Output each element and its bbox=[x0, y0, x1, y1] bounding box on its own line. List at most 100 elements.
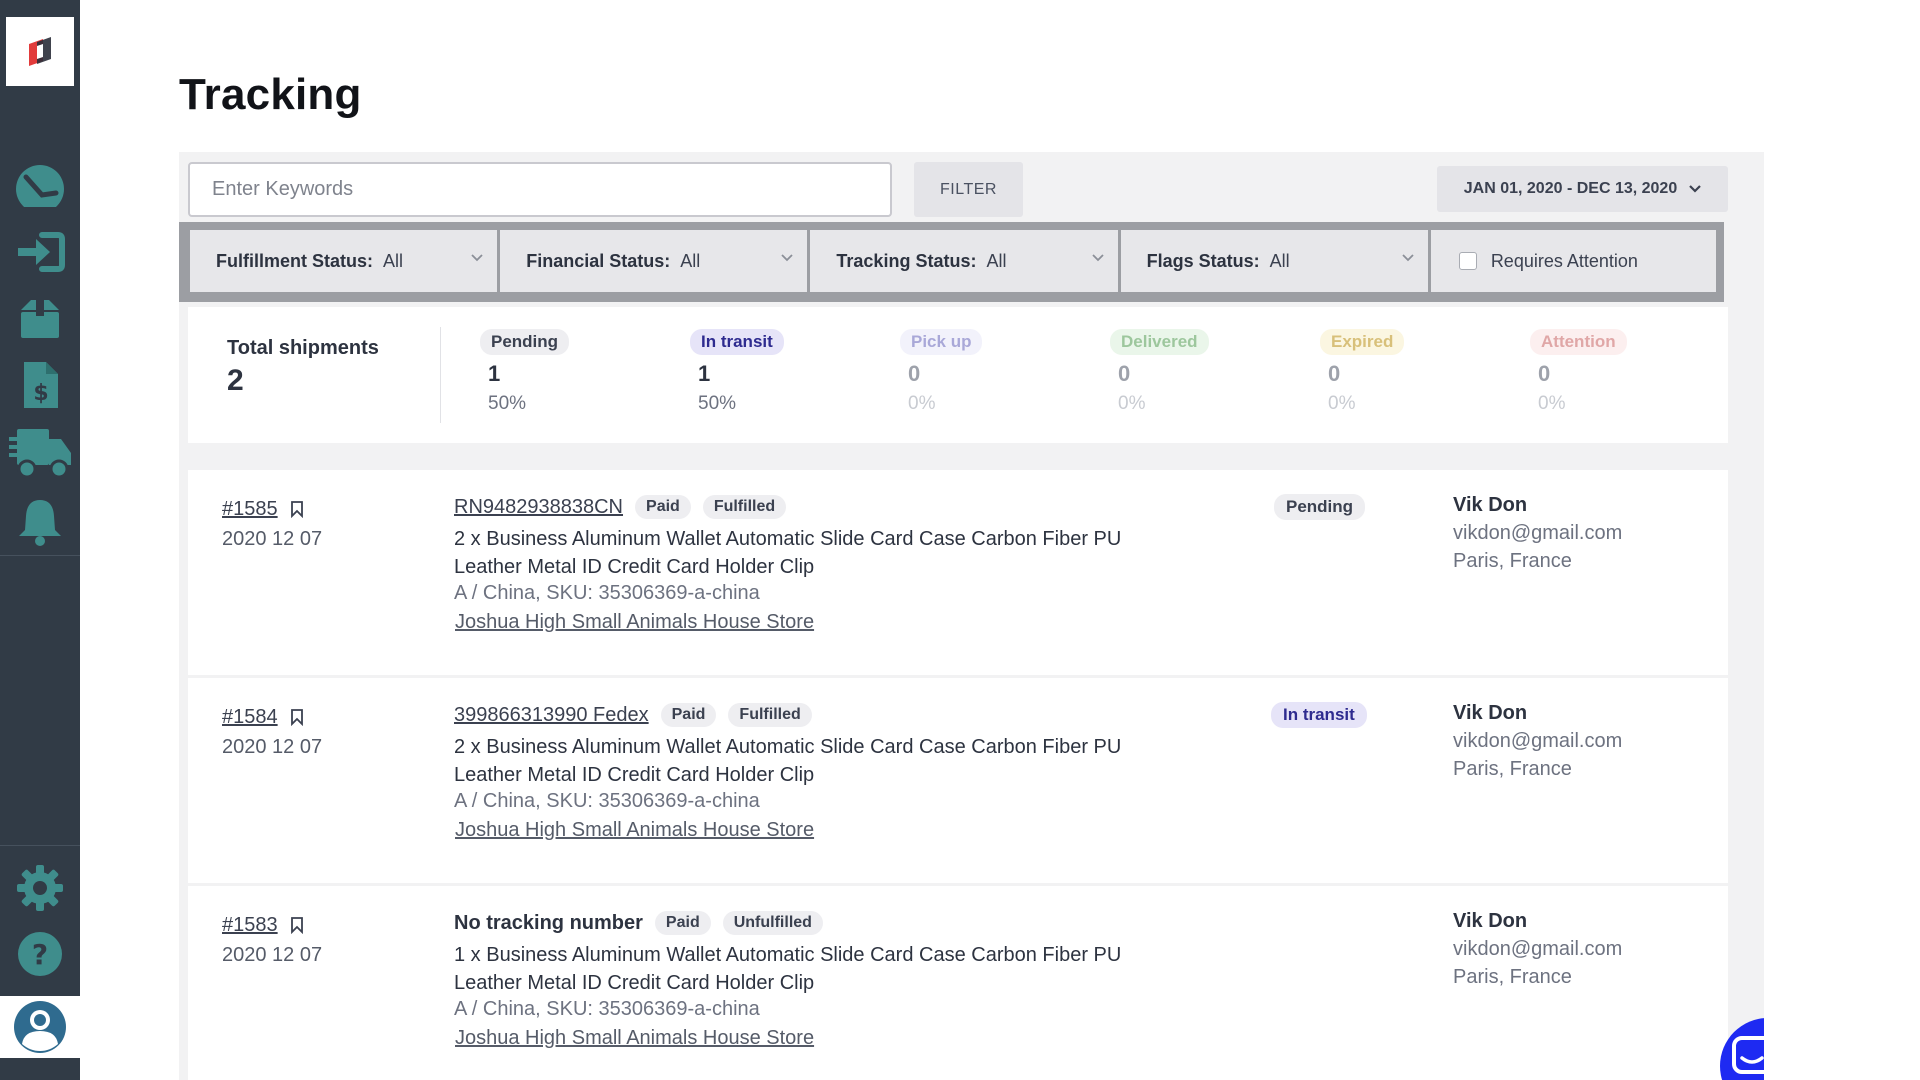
user-avatar-icon bbox=[14, 1001, 66, 1053]
order-id-link[interactable]: #1585 bbox=[222, 498, 278, 521]
product-variant: A / China, SKU: 35306369-a-china bbox=[454, 790, 760, 812]
gear-icon bbox=[17, 865, 63, 911]
sidebar-item-dashboard[interactable] bbox=[0, 155, 80, 215]
stat-badge: Attention bbox=[1530, 329, 1627, 355]
sidebar-item-orders[interactable] bbox=[0, 288, 80, 348]
package-icon bbox=[21, 300, 59, 338]
product-variant: A / China, SKU: 35306369-a-china bbox=[454, 582, 760, 604]
customer-email: vikdon@gmail.com bbox=[1453, 938, 1623, 960]
requires-attention-label: Requires Attention bbox=[1490, 250, 1638, 271]
tracking-status-select[interactable]: Tracking Status: All bbox=[810, 230, 1118, 292]
shipment-row[interactable]: #1583 2020 12 07 No tracking number Paid… bbox=[188, 886, 1728, 1080]
search-input[interactable] bbox=[188, 162, 892, 217]
chevron-down-icon bbox=[1689, 185, 1702, 193]
customer-location: Paris, France bbox=[1453, 966, 1572, 988]
sidebar-item-login[interactable] bbox=[0, 222, 80, 282]
stat-badge: Delivered bbox=[1110, 329, 1209, 355]
shipment-row[interactable]: #1585 2020 12 07 RN9482938838CN Paid Ful… bbox=[188, 470, 1728, 675]
store-link[interactable]: Joshua High Small Animals House Store bbox=[455, 1027, 814, 1050]
product-description: 2 x Business Aluminum Wallet Automatic S… bbox=[454, 528, 1122, 578]
stat-pick-up[interactable]: Pick up 0 0% bbox=[900, 329, 1080, 415]
order-date: 2020 12 07 bbox=[222, 736, 323, 758]
financial-status-badge: Paid bbox=[635, 495, 691, 519]
fulfillment-status-badge: Fulfilled bbox=[728, 703, 812, 727]
route-icon bbox=[16, 165, 64, 207]
date-range-label: JAN 01, 2020 - DEC 13, 2020 bbox=[1463, 180, 1678, 197]
stat-badge: Pick up bbox=[900, 329, 983, 355]
stat-count: 0 bbox=[1118, 361, 1131, 386]
svg-text:?: ? bbox=[32, 938, 48, 971]
sidebar-item-shipping[interactable] bbox=[0, 423, 80, 483]
financial-status-select[interactable]: Financial Status: All bbox=[500, 230, 808, 292]
summary-divider bbox=[440, 327, 441, 423]
stat-count: 1 bbox=[698, 361, 711, 386]
sidebar-item-help[interactable]: ? bbox=[0, 924, 80, 984]
filter-value: All bbox=[680, 250, 701, 271]
stat-pending[interactable]: Pending 1 50% bbox=[480, 329, 660, 415]
tracking-number-link[interactable]: RN9482938838CN bbox=[454, 496, 623, 519]
customer-location: Paris, France bbox=[1453, 758, 1572, 780]
sidebar-item-invoices[interactable]: $ bbox=[0, 355, 80, 415]
stat-badge: In transit bbox=[690, 329, 784, 355]
bell-icon bbox=[19, 500, 61, 546]
tracking-number-link[interactable]: 399866313990 Fedex bbox=[454, 704, 649, 727]
truck-icon bbox=[9, 429, 71, 479]
filter-label: Flags Status: bbox=[1146, 250, 1260, 271]
login-arrow-icon bbox=[18, 232, 65, 272]
shipment-header: No tracking number Paid Unfulfilled bbox=[454, 911, 823, 935]
sidebar-item-settings[interactable] bbox=[0, 858, 80, 918]
stat-count: 0 bbox=[908, 361, 921, 386]
customer-name: Vik Don bbox=[1453, 702, 1528, 724]
shipment-row[interactable]: #1584 2020 12 07 399866313990 Fedex Paid… bbox=[188, 678, 1728, 883]
chevron-down-icon bbox=[1091, 254, 1104, 262]
stat-delivered[interactable]: Delivered 0 0% bbox=[1110, 329, 1290, 415]
stat-expired[interactable]: Expired 0 0% bbox=[1320, 329, 1500, 415]
bookmark-icon[interactable] bbox=[290, 708, 304, 726]
sidebar: $ ? bbox=[0, 0, 80, 1080]
filter-value: All bbox=[986, 250, 1007, 271]
app-logo[interactable] bbox=[6, 17, 74, 86]
total-shipments-label: Total shipments bbox=[227, 337, 379, 359]
bookmark-icon[interactable] bbox=[290, 500, 304, 518]
tracking-status-badge: In transit bbox=[1271, 702, 1367, 728]
requires-attention-checkbox[interactable] bbox=[1458, 252, 1477, 270]
invoice-dollar-icon: $ bbox=[24, 362, 58, 408]
filter-value: All bbox=[383, 250, 404, 271]
date-range-picker[interactable]: JAN 01, 2020 - DEC 13, 2020 bbox=[1437, 166, 1728, 212]
sidebar-item-profile[interactable] bbox=[0, 996, 80, 1058]
order-date: 2020 12 07 bbox=[222, 944, 323, 966]
product-variant: A / China, SKU: 35306369-a-china bbox=[454, 998, 760, 1020]
stat-percent: 0% bbox=[1538, 393, 1566, 414]
filter-row: Fulfillment Status: All Financial Status… bbox=[190, 230, 1717, 292]
store-link[interactable]: Joshua High Small Animals House Store bbox=[455, 611, 814, 634]
requires-attention-toggle[interactable]: Requires Attention bbox=[1430, 230, 1717, 292]
sidebar-divider bbox=[0, 555, 80, 556]
fulfillment-status-select[interactable]: Fulfillment Status: All bbox=[190, 230, 498, 292]
order-id-link[interactable]: #1583 bbox=[222, 914, 278, 937]
bookmark-icon[interactable] bbox=[290, 916, 304, 934]
no-tracking-label: No tracking number bbox=[454, 911, 643, 934]
tracking-status-badge: Pending bbox=[1274, 494, 1366, 520]
stat-attention[interactable]: Attention 0 0% bbox=[1530, 329, 1710, 415]
stat-count: 1 bbox=[488, 361, 501, 386]
filter-button[interactable]: FILTER bbox=[914, 162, 1023, 217]
filter-label: Fulfillment Status: bbox=[216, 250, 373, 271]
chevron-down-icon bbox=[781, 254, 794, 262]
sidebar-item-notifications[interactable] bbox=[0, 492, 80, 552]
stat-in-transit[interactable]: In transit 1 50% bbox=[690, 329, 870, 415]
logo-icon bbox=[29, 36, 51, 66]
chat-widget-button[interactable] bbox=[1720, 1018, 1764, 1080]
order-date: 2020 12 07 bbox=[222, 528, 323, 550]
store-link[interactable]: Joshua High Small Animals House Store bbox=[455, 819, 814, 842]
fulfillment-status-badge: Unfulfilled bbox=[722, 911, 823, 935]
chevron-down-icon bbox=[471, 254, 483, 262]
stat-percent: 0% bbox=[908, 393, 936, 414]
stat-percent: 50% bbox=[698, 393, 737, 414]
financial-status-badge: Paid bbox=[654, 911, 711, 935]
order-id-link[interactable]: #1584 bbox=[222, 706, 278, 729]
fulfillment-status-badge: Fulfilled bbox=[702, 495, 787, 519]
customer-name: Vik Don bbox=[1453, 910, 1528, 932]
product-description: 1 x Business Aluminum Wallet Automatic S… bbox=[454, 944, 1122, 994]
stat-percent: 0% bbox=[1118, 393, 1146, 414]
flags-status-select[interactable]: Flags Status: All bbox=[1120, 230, 1428, 292]
